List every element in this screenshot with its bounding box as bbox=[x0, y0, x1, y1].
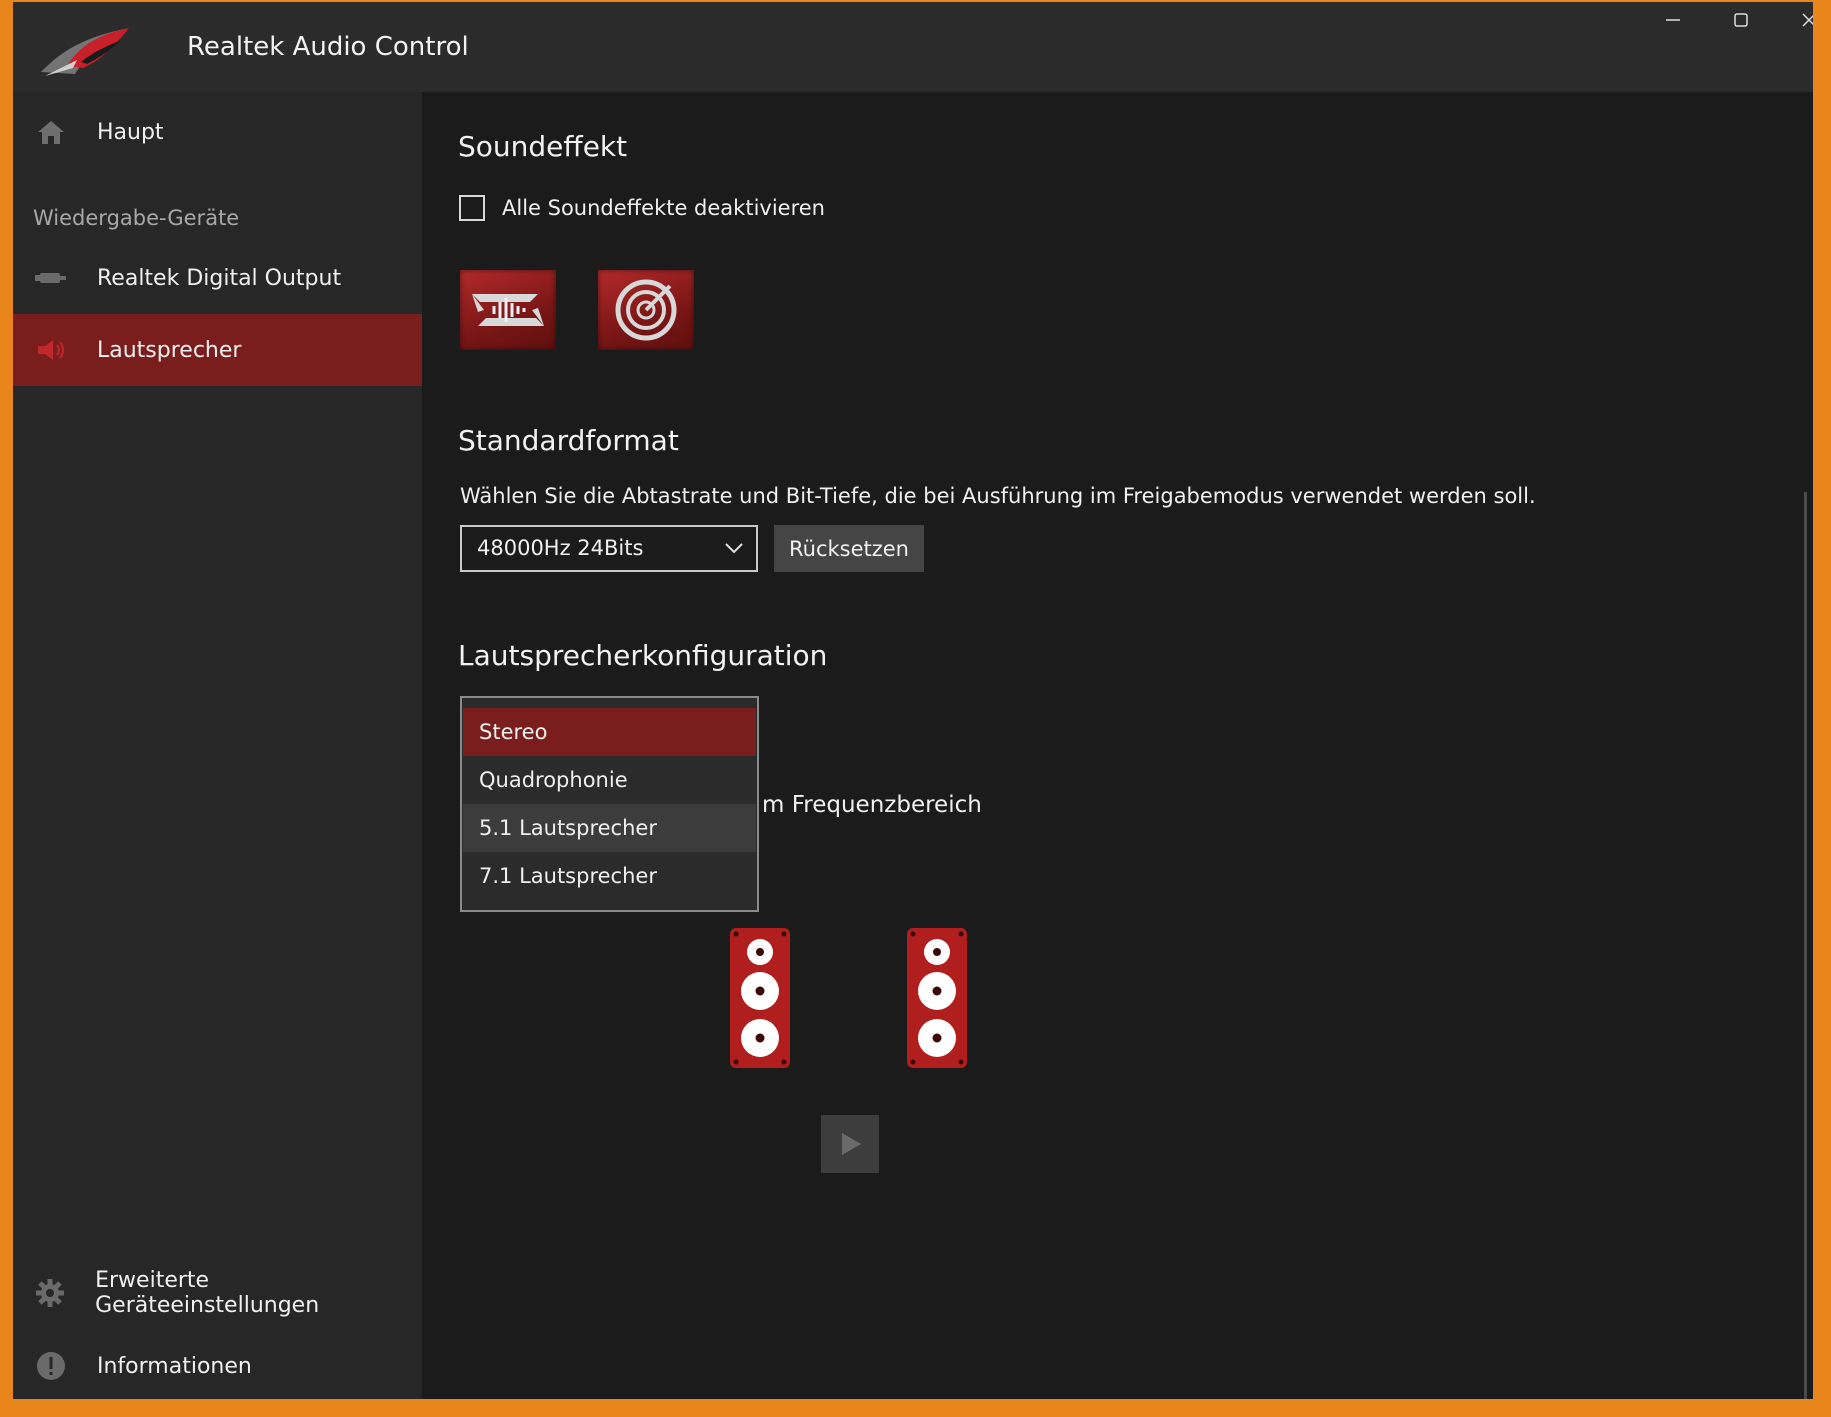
close-button[interactable] bbox=[1779, 12, 1813, 42]
nav-home[interactable]: Haupt bbox=[13, 96, 422, 168]
info-icon bbox=[33, 1348, 69, 1384]
sample-rate-select[interactable]: 48000Hz 24Bits bbox=[460, 525, 758, 572]
disable-all-effects-label[interactable]: Alle Soundeffekte deaktivieren bbox=[502, 196, 825, 220]
disable-all-effects-checkbox[interactable] bbox=[459, 195, 485, 221]
speaker-config-option-5-1[interactable]: 5.1 Lautsprecher bbox=[463, 804, 756, 852]
app-title: Realtek Audio Control bbox=[187, 32, 469, 62]
vertical-scrollbar[interactable] bbox=[1804, 492, 1807, 1399]
default-format-description: Wählen Sie die Abtastrate und Bit-Tiefe,… bbox=[460, 484, 1536, 508]
nav-home-label: Haupt bbox=[97, 119, 164, 145]
speaker-config-dropdown[interactable]: Stereo Quadrophonie 5.1 Lautsprecher 7.1… bbox=[460, 696, 759, 912]
left-speaker[interactable] bbox=[730, 928, 790, 1068]
minimize-icon bbox=[1666, 19, 1680, 21]
frequency-range-partial-label: m Frequenzbereich bbox=[762, 792, 982, 818]
chevron-down-icon bbox=[725, 543, 743, 554]
right-speaker[interactable] bbox=[907, 928, 967, 1068]
rog-logo-icon bbox=[41, 28, 129, 76]
sidebar: Haupt Wiedergabe-Geräte Realtek Digital … bbox=[13, 92, 422, 1399]
sound-wave-icon bbox=[472, 294, 544, 326]
radar-icon bbox=[615, 279, 677, 341]
nav-information[interactable]: Informationen bbox=[13, 1330, 422, 1399]
main-content: Soundeffekt Alle Soundeffekte deaktivier… bbox=[422, 92, 1813, 1399]
default-format-heading: Standardformat bbox=[458, 424, 679, 457]
playback-devices-heading: Wiedergabe-Geräte bbox=[33, 206, 240, 230]
play-icon bbox=[842, 1133, 861, 1155]
test-play-button[interactable] bbox=[821, 1115, 879, 1173]
gear-icon bbox=[33, 1275, 67, 1311]
nav-advanced-settings[interactable]: Erweiterte Geräteeinstellungen bbox=[13, 1257, 422, 1329]
maximize-icon bbox=[1734, 13, 1748, 27]
nav-device-digital-output[interactable]: Realtek Digital Output bbox=[13, 242, 422, 314]
minimize-button[interactable] bbox=[1643, 12, 1703, 42]
app-window: Realtek Audio Control Haupt Wiedergabe-G… bbox=[13, 2, 1813, 1399]
reset-button[interactable]: Rücksetzen bbox=[774, 525, 924, 572]
sonic-studio-effect-button[interactable] bbox=[460, 270, 556, 350]
sample-rate-value: 48000Hz 24Bits bbox=[477, 536, 644, 560]
home-icon bbox=[33, 114, 69, 150]
close-icon bbox=[1802, 13, 1813, 27]
speaker-config-option-stereo[interactable]: Stereo bbox=[463, 708, 756, 756]
sound-effect-heading: Soundeffekt bbox=[458, 130, 628, 163]
speaker-config-option-7-1[interactable]: 7.1 Lautsprecher bbox=[463, 852, 756, 900]
speaker-config-option-quadrophonie[interactable]: Quadrophonie bbox=[463, 756, 756, 804]
maximize-button[interactable] bbox=[1711, 12, 1771, 42]
nav-device-speaker[interactable]: Lautsprecher bbox=[13, 314, 422, 386]
sonic-radar-effect-button[interactable] bbox=[598, 270, 694, 350]
speaker-cabinet-icon bbox=[733, 931, 787, 1065]
speaker-icon bbox=[33, 332, 69, 368]
digital-output-icon bbox=[33, 260, 69, 296]
speaker-config-heading: Lautsprecherkonfiguration bbox=[458, 639, 828, 672]
nav-device-digital-output-label: Realtek Digital Output bbox=[97, 265, 342, 291]
speaker-cabinet-icon bbox=[910, 931, 964, 1065]
title-bar[interactable]: Realtek Audio Control bbox=[13, 2, 1813, 92]
nav-advanced-settings-label: Erweiterte Geräteeinstellungen bbox=[95, 1268, 320, 1318]
nav-information-label: Informationen bbox=[97, 1353, 252, 1379]
nav-device-speaker-label: Lautsprecher bbox=[97, 337, 242, 363]
